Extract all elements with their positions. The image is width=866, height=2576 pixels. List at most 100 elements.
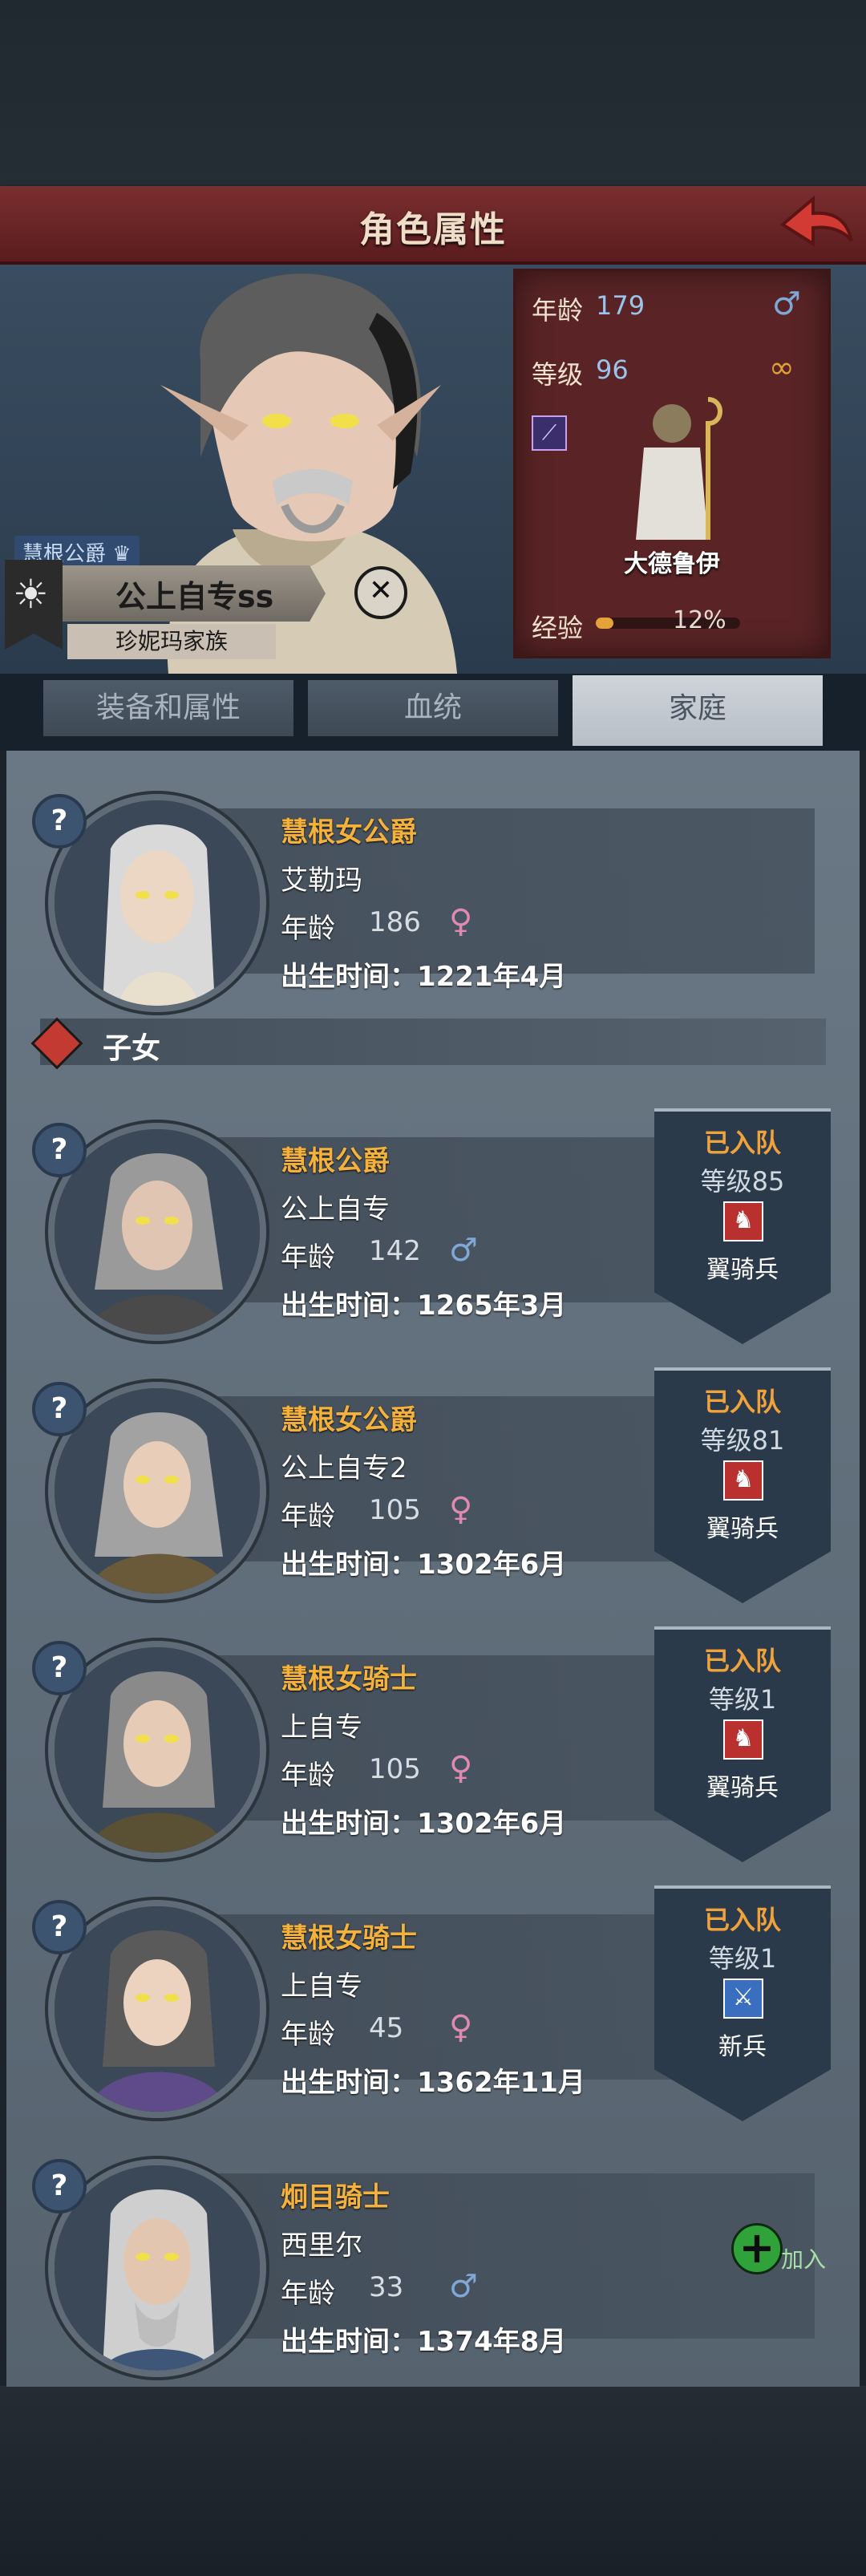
close-icon: ✕ — [368, 574, 394, 607]
exp-bar-fill — [596, 618, 613, 629]
rings-icon: ∞ — [769, 350, 795, 385]
child-name: 公上自专 — [281, 1193, 390, 1225]
back-button[interactable] — [778, 192, 855, 257]
child-rank: 炯目骑士 — [281, 2181, 390, 2213]
female-icon: ♀ — [449, 1491, 473, 1528]
portrait-image — [55, 2165, 260, 2371]
bottom-backdrop — [0, 2386, 866, 2576]
female-icon: ♀ — [449, 2009, 473, 2046]
child-row[interactable]: ? 慧根公爵 公上自专 年龄 142 ♂ 出生时间：1265年3月 已入队 等级… — [32, 1108, 834, 1344]
child-birth: 出生时间：1265年3月 — [281, 1290, 567, 1322]
stats-card: 年龄 179 ♂ 等级 96 ∞ ⟋ 大德鲁伊 经验 12% — [513, 269, 831, 658]
question-icon: ? — [51, 804, 68, 837]
level-value: 96 — [596, 354, 629, 385]
child-row[interactable]: ? 慧根女公爵 公上自专2 年龄 105 ♀ 出生时间：1302年6月 已入队 … — [32, 1367, 834, 1603]
portrait-image — [55, 1647, 260, 1853]
horse-icon: ♞ — [723, 1719, 763, 1760]
tab-equipment[interactable]: 装备和属性 — [43, 680, 293, 736]
team-banner[interactable]: 已入队 等级81 ♞ 翼骑兵 — [654, 1367, 831, 1603]
child-age: 142 — [369, 1235, 421, 1267]
title-bar: 角色属性 — [0, 186, 866, 265]
spouse-row[interactable]: ? 慧根女公爵 艾勒玛 年龄 186 ♀ 出生时间：1221年4月 — [32, 786, 834, 1012]
level-label: 等级85 — [700, 1166, 785, 1197]
team-banner[interactable]: 已入队 等级1 ⚔ 新兵 — [654, 1885, 831, 2121]
child-row[interactable]: ? 炯目骑士 西里尔 年龄 33 ♂ 出生时间：1374年8月 + 加入 — [32, 2151, 836, 2377]
exp-percent: 12% — [673, 606, 726, 634]
help-button[interactable]: ? — [32, 2159, 87, 2213]
child-rank: 慧根公爵 — [281, 1145, 390, 1177]
add-to-team-button[interactable]: + 加入 — [731, 2223, 836, 2274]
back-arrow-icon — [779, 195, 853, 247]
help-button[interactable]: ? — [32, 1123, 87, 1177]
male-icon: ♂ — [449, 1232, 478, 1269]
age-label: 年龄 — [281, 2019, 335, 2051]
status-label: 已入队 — [703, 1646, 781, 1676]
character-header: 慧根公爵 ♛ 公上自专ss ☀ 珍妮玛家族 年龄 179 ♂ 等级 96 ∞ ⟋… — [0, 265, 866, 674]
close-button[interactable]: ✕ — [354, 566, 407, 619]
character-name: 公上自专ss — [115, 579, 274, 614]
question-icon: ? — [51, 1910, 68, 1943]
team-banner[interactable]: 已入队 等级1 ♞ 翼骑兵 — [654, 1626, 831, 1862]
child-name: 上自专 — [281, 1970, 362, 2003]
help-button[interactable]: ? — [32, 794, 87, 849]
child-row[interactable]: ? 慧根女骑士 上自专 年龄 45 ♀ 出生时间：1362年11月 已入队 等级… — [32, 1885, 834, 2121]
children-section-header: 子女 — [30, 1017, 826, 1070]
child-row[interactable]: ? 慧根女骑士 上自专 年龄 105 ♀ 出生时间：1302年6月 已入队 等级… — [32, 1626, 834, 1862]
unit-type: 翼骑兵 — [706, 1256, 779, 1284]
team-banner[interactable]: 已入队 等级85 ♞ 翼骑兵 — [654, 1108, 831, 1344]
druid-figure-icon — [636, 397, 722, 540]
spouse-age: 186 — [369, 906, 421, 938]
level-label: 等级 — [532, 359, 584, 390]
question-icon: ? — [51, 1133, 68, 1166]
plus-icon: + — [731, 2223, 783, 2274]
question-icon: ? — [51, 1392, 68, 1425]
tab-family[interactable]: 家庭 — [573, 675, 823, 746]
staff-skill-icon[interactable]: ⟋ — [532, 415, 567, 451]
crown-icon: ♛ — [112, 542, 132, 566]
child-age: 105 — [369, 1753, 421, 1785]
page-title: 角色属性 — [359, 209, 507, 250]
portrait-image — [55, 1906, 260, 2112]
status-label: 已入队 — [703, 1128, 781, 1158]
sun-icon: ☀ — [13, 571, 49, 618]
child-birth: 出生时间：1362年11月 — [281, 2067, 585, 2099]
portrait-image — [55, 1129, 260, 1335]
unit-type: 新兵 — [718, 2033, 767, 2061]
children-label: 子女 — [103, 1032, 161, 1065]
child-birth: 出生时间：1374年8月 — [281, 2326, 567, 2358]
age-label: 年龄 — [281, 2278, 335, 2310]
question-icon: ? — [51, 1651, 68, 1684]
portrait-image — [55, 1388, 260, 1594]
child-name: 上自专 — [281, 1711, 362, 1744]
age-label: 年龄 — [532, 295, 584, 326]
spouse-birth: 出生时间：1221年4月 — [281, 961, 567, 993]
family-crest: ☀ — [5, 560, 63, 650]
female-icon: ♀ — [449, 1750, 473, 1787]
child-age: 45 — [369, 2012, 404, 2044]
unit-type: 翼骑兵 — [706, 1774, 779, 1802]
top-backdrop — [0, 0, 866, 186]
level-label: 等级81 — [700, 1425, 785, 1456]
question-icon: ? — [51, 2169, 68, 2202]
age-label: 年龄 — [281, 1241, 335, 1274]
level-label: 等级1 — [708, 1943, 777, 1974]
child-rank: 慧根女公爵 — [281, 1404, 417, 1436]
age-value: 179 — [596, 290, 645, 321]
portrait-image — [55, 800, 260, 1006]
help-button[interactable]: ? — [32, 1900, 87, 1954]
age-label: 年龄 — [281, 913, 335, 945]
child-name: 公上自专2 — [281, 1452, 407, 1484]
exp-label: 经验 — [532, 613, 584, 643]
class-name: 大德鲁伊 — [624, 550, 720, 578]
sword-icon: ⚔ — [723, 1979, 763, 2019]
age-label: 年龄 — [281, 1501, 335, 1533]
age-label: 年龄 — [281, 1760, 335, 1792]
family-name: 珍妮玛家族 — [67, 624, 276, 659]
tab-bloodline[interactable]: 血统 — [308, 680, 558, 736]
spouse-rank: 慧根女公爵 — [281, 816, 417, 849]
child-age: 105 — [369, 1494, 421, 1526]
help-button[interactable]: ? — [32, 1382, 87, 1436]
female-icon: ♀ — [449, 903, 473, 940]
child-age: 33 — [369, 2271, 404, 2303]
help-button[interactable]: ? — [32, 1641, 87, 1695]
